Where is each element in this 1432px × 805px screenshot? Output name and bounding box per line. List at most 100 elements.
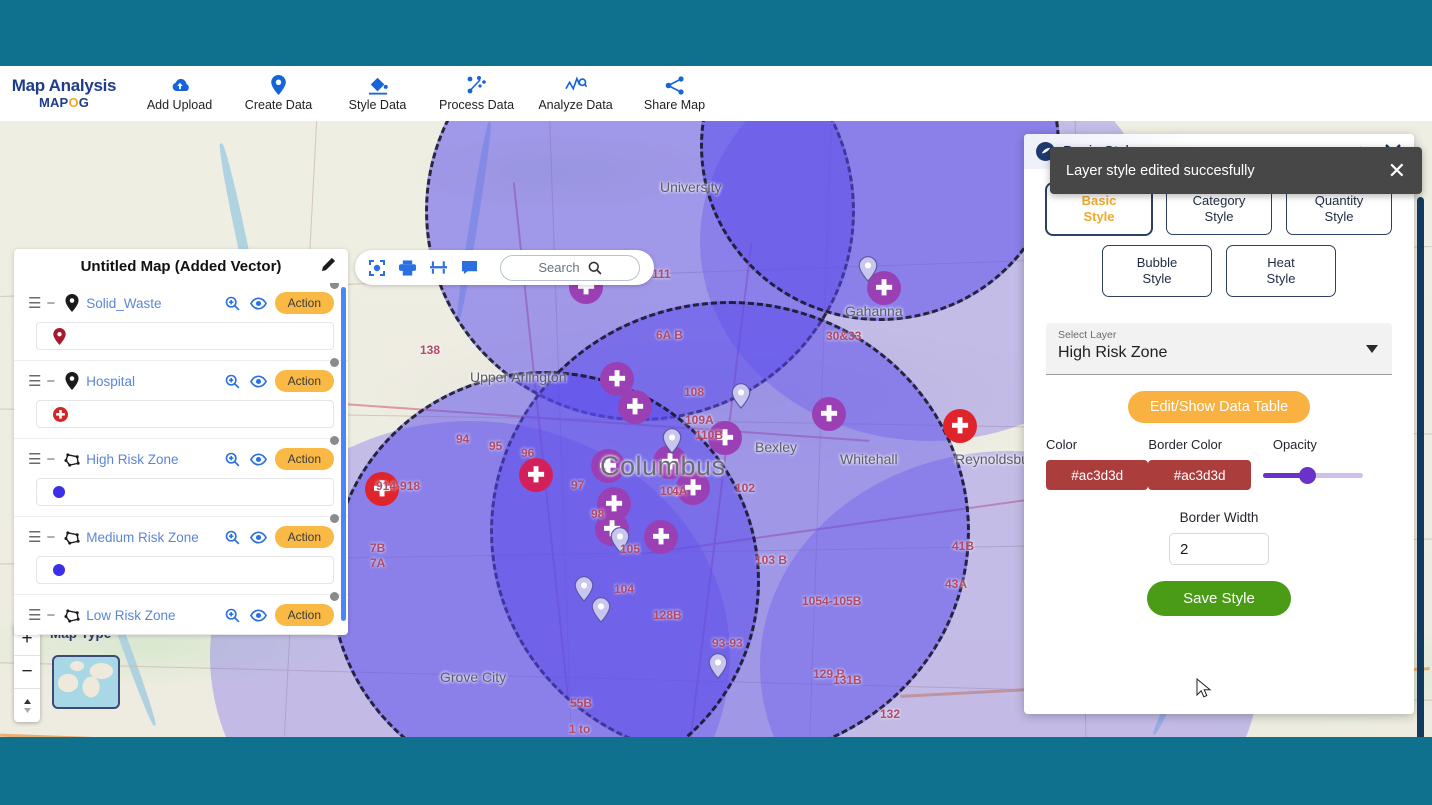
zoom-to-layer-icon[interactable]	[225, 374, 240, 389]
layer-symbol-preview[interactable]	[36, 400, 334, 428]
border-width-label: Border Width	[1179, 510, 1259, 525]
toggle-visibility-icon[interactable]	[249, 374, 267, 388]
layer-action-button[interactable]: Action	[274, 604, 334, 626]
nav-label: Add Upload	[146, 98, 213, 112]
map-city-label: Upper Arlington	[470, 369, 567, 385]
collapse-icon[interactable]: −	[46, 295, 55, 312]
zoom-to-layer-icon[interactable]	[225, 452, 240, 467]
layer-symbol-preview[interactable]	[36, 478, 334, 506]
measure-icon[interactable]	[430, 260, 447, 276]
border-color-control: Border Color #ac3d3d	[1148, 437, 1251, 490]
print-icon[interactable]	[399, 259, 416, 276]
zoom-to-layer-icon[interactable]	[225, 530, 240, 545]
solid-waste-pin[interactable]	[858, 256, 878, 282]
drag-handle-icon[interactable]: ☰	[28, 606, 41, 624]
toast-notification: Layer style edited succesfully ✕	[1050, 147, 1422, 194]
toggle-visibility-icon[interactable]	[249, 608, 267, 622]
layer-symbol-preview[interactable]	[36, 322, 334, 350]
border-color-swatch[interactable]: #ac3d3d	[1148, 460, 1251, 490]
map-road-number: 111	[652, 267, 671, 281]
layer-action-button[interactable]: Action	[274, 448, 334, 470]
hospital-marker[interactable]: ✚	[812, 397, 846, 431]
opacity-slider-knob[interactable]	[1298, 467, 1316, 484]
drag-handle-icon[interactable]: ☰	[28, 528, 41, 546]
map-road-number: 55B	[570, 696, 593, 710]
save-style-button[interactable]: Save Style	[1147, 581, 1291, 616]
solid-waste-pin[interactable]	[708, 653, 728, 679]
hospital-marker[interactable]: ✚	[644, 520, 678, 554]
drag-handle-icon[interactable]: ☰	[28, 450, 41, 468]
toggle-visibility-icon[interactable]	[249, 530, 267, 544]
compass-reset-button[interactable]	[14, 689, 40, 722]
style-panel-body: Basic Style Category Style Quantity Style B…	[1024, 169, 1414, 616]
edit-show-data-table-button[interactable]: Edit/Show Data Table	[1127, 391, 1311, 423]
toggle-visibility-icon[interactable]	[249, 452, 267, 466]
nav-item-share-map[interactable]: Share Map	[625, 75, 724, 112]
layer-row: ☰ − Medium Risk Zone Action	[14, 514, 348, 595]
layer-symbol-preview[interactable]	[36, 634, 334, 635]
border-color-label: Border Color	[1148, 437, 1223, 452]
nav-item-style-data[interactable]: Style Data	[328, 75, 427, 112]
color-swatch[interactable]: #ac3d3d	[1046, 460, 1149, 490]
search-icon	[588, 261, 602, 275]
collapse-icon[interactable]: −	[46, 451, 55, 468]
layer-name[interactable]: Low Risk Zone	[86, 608, 224, 623]
drag-handle-icon[interactable]: ☰	[28, 294, 41, 312]
layer-action-button[interactable]: Action	[274, 370, 334, 392]
map-road-number: 93-93	[712, 636, 743, 650]
map-city-label: University	[660, 179, 722, 195]
zoom-out-button[interactable]: −	[14, 656, 40, 689]
layer-action-button[interactable]: Action	[274, 526, 334, 548]
collapse-icon[interactable]: −	[46, 607, 55, 624]
layers-scrollbar-thumb[interactable]	[341, 287, 346, 621]
app-window: Map Analysis MAPOG Add Upload Create Dat…	[0, 66, 1432, 737]
solid-waste-pin[interactable]	[731, 383, 751, 409]
tab-heat-style[interactable]: Heat Style	[1226, 245, 1336, 297]
polygon-geometry-icon	[63, 452, 81, 467]
nav-item-add-upload[interactable]: Add Upload	[130, 75, 229, 112]
layer-name[interactable]: Medium Risk Zone	[86, 530, 224, 545]
toggle-visibility-icon[interactable]	[249, 296, 267, 310]
zoom-to-layer-icon[interactable]	[225, 296, 240, 311]
layer-action-button[interactable]: Action	[274, 292, 334, 314]
comment-icon[interactable]	[461, 260, 478, 275]
opacity-control: Opacity	[1255, 437, 1392, 486]
layer-symbol-preview[interactable]	[36, 556, 334, 584]
map-city-label: Gahanna	[845, 303, 903, 319]
collapse-icon[interactable]: −	[46, 529, 55, 546]
map-road-number: 98	[591, 507, 605, 521]
border-width-input[interactable]	[1169, 533, 1269, 565]
fit-extent-icon[interactable]	[369, 259, 385, 276]
map-road-number: 4A	[672, 484, 688, 498]
hospital-marker[interactable]: ✚	[519, 458, 553, 492]
map-search-input[interactable]: Search	[500, 254, 640, 281]
map-road-number: 102	[735, 481, 756, 495]
page-scrollbar-thumb[interactable]	[1417, 197, 1424, 737]
layer-name[interactable]: High Risk Zone	[86, 452, 224, 467]
map-road-number: 138	[420, 343, 441, 357]
opacity-slider[interactable]	[1262, 464, 1363, 486]
app-logo[interactable]: Map Analysis MAPOG	[8, 76, 120, 110]
zoom-to-layer-icon[interactable]	[225, 608, 240, 623]
nav-item-process-data[interactable]: Process Data	[427, 75, 526, 112]
collapse-icon[interactable]: −	[46, 373, 55, 390]
layer-row-top: ☰ − Medium Risk Zone Action	[14, 514, 348, 549]
dot-symbol-icon	[53, 486, 65, 498]
tab-label-line2: Style	[1324, 209, 1354, 224]
nav-item-create-data[interactable]: Create Data	[229, 75, 328, 112]
drag-handle-icon[interactable]: ☰	[28, 372, 41, 390]
tab-bubble-style[interactable]: Bubble Style	[1102, 245, 1212, 297]
pencil-icon[interactable]	[321, 257, 336, 277]
layer-row-top: ☰ − Low Risk Zone Action	[14, 592, 348, 627]
select-layer-dropdown[interactable]: Select Layer High Risk Zone	[1046, 323, 1392, 375]
map-type-thumbnail[interactable]	[52, 655, 120, 709]
layers-list: ☰ − Solid_Waste Action ☰ − Hospital Action ☰ − Hig…	[14, 283, 348, 635]
layer-name[interactable]: Hospital	[86, 374, 224, 389]
nav-item-analyze-data[interactable]: Analyze Data	[526, 75, 625, 112]
tab-label-line2: Style	[1204, 209, 1234, 224]
close-icon[interactable]: ✕	[1388, 159, 1406, 182]
hospital-marker[interactable]: ✚	[618, 390, 652, 424]
solid-waste-pin[interactable]	[591, 597, 611, 623]
layer-name[interactable]: Solid_Waste	[86, 296, 224, 311]
hospital-marker[interactable]: ✚	[943, 409, 977, 443]
